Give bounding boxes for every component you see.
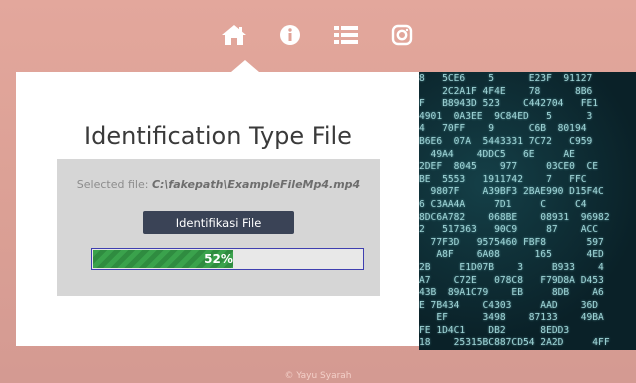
matrix-line: BE 5553 1911742 7 FFC (419, 173, 587, 185)
selected-file-path: C:\fakepath\ExampleFileMp4.mp4 (151, 178, 361, 191)
matrix-line: B6E6 07A 5443331 7C72 C959 (419, 135, 593, 147)
list-icon[interactable] (329, 18, 363, 52)
matrix-line: EF 3498 87133 49BA (419, 312, 604, 324)
matrix-line: 43B 89A1C79 EB 8DB A6 (419, 287, 604, 299)
matrix-line: 8DC6A782 068BE 08931 96982 (419, 211, 610, 223)
matrix-line: E 7B434 C4303 AAD 36D (419, 299, 599, 311)
selected-file-text: Selected file: C:\fakepath\ExampleFileMp… (57, 178, 380, 191)
identify-file-button[interactable]: Identifikasi File (143, 211, 294, 234)
info-icon[interactable] (273, 18, 307, 52)
matrix-line: 2 517363 90C9 87 ACC (419, 224, 599, 236)
matrix-line: 77F3D 9575460 FBF8 597 (419, 236, 604, 248)
matrix-line: 9807F A39BF3 2BAE990 D15F4C (419, 186, 604, 198)
matrix-line: 49A4 4DDC5 6E AE (419, 148, 575, 160)
matrix-line: 6 C3AA4A 7D1 C C4 (419, 198, 587, 210)
active-tab-indicator (231, 60, 259, 72)
matrix-line: 8 5CE6 5 E23F 91127 (419, 73, 593, 84)
footer-credit: © Yayu Syarah (284, 371, 352, 381)
top-nav (0, 0, 636, 70)
progress-label: 52% (204, 252, 233, 266)
matrix-line: 2DEF 8045 977 03CE0 CE (419, 161, 599, 173)
upload-box: Selected file: C:\fakepath\ExampleFileMp… (57, 159, 380, 296)
home-icon[interactable] (217, 18, 251, 52)
progress-bar: 52% (91, 248, 364, 270)
matrix-line: F B8943D 523 C442704 FE1 (419, 98, 599, 110)
page-title: Identification Type File (84, 122, 352, 150)
matrix-line: A7 C72E 078C8 F79D8A D453 (419, 274, 604, 286)
matrix-line: 2B E1D07B 3 B933 4 (419, 261, 604, 273)
selected-file-label: Selected file: (76, 178, 149, 191)
matrix-line: 4 70FF 9 C6B 80194 (419, 123, 587, 135)
matrix-line: 2C2A1F 4F4E 78 8B6 (419, 85, 593, 97)
code-background-image: 8 5CE6 5 E23F 91127 2C2A1F 4F4E 78 8B6 F … (419, 72, 636, 350)
matrix-line: FE 1D4C1 DB2 8EDD3 (419, 324, 570, 336)
matrix-line: A8F 6A08 165 4ED (419, 249, 604, 261)
matrix-line: 4901 0A3EE 9C84ED 5 3 (419, 110, 593, 122)
instagram-icon[interactable] (385, 18, 419, 52)
matrix-line: 18 25315BC887CD54 2A2D 4FF (419, 337, 610, 349)
